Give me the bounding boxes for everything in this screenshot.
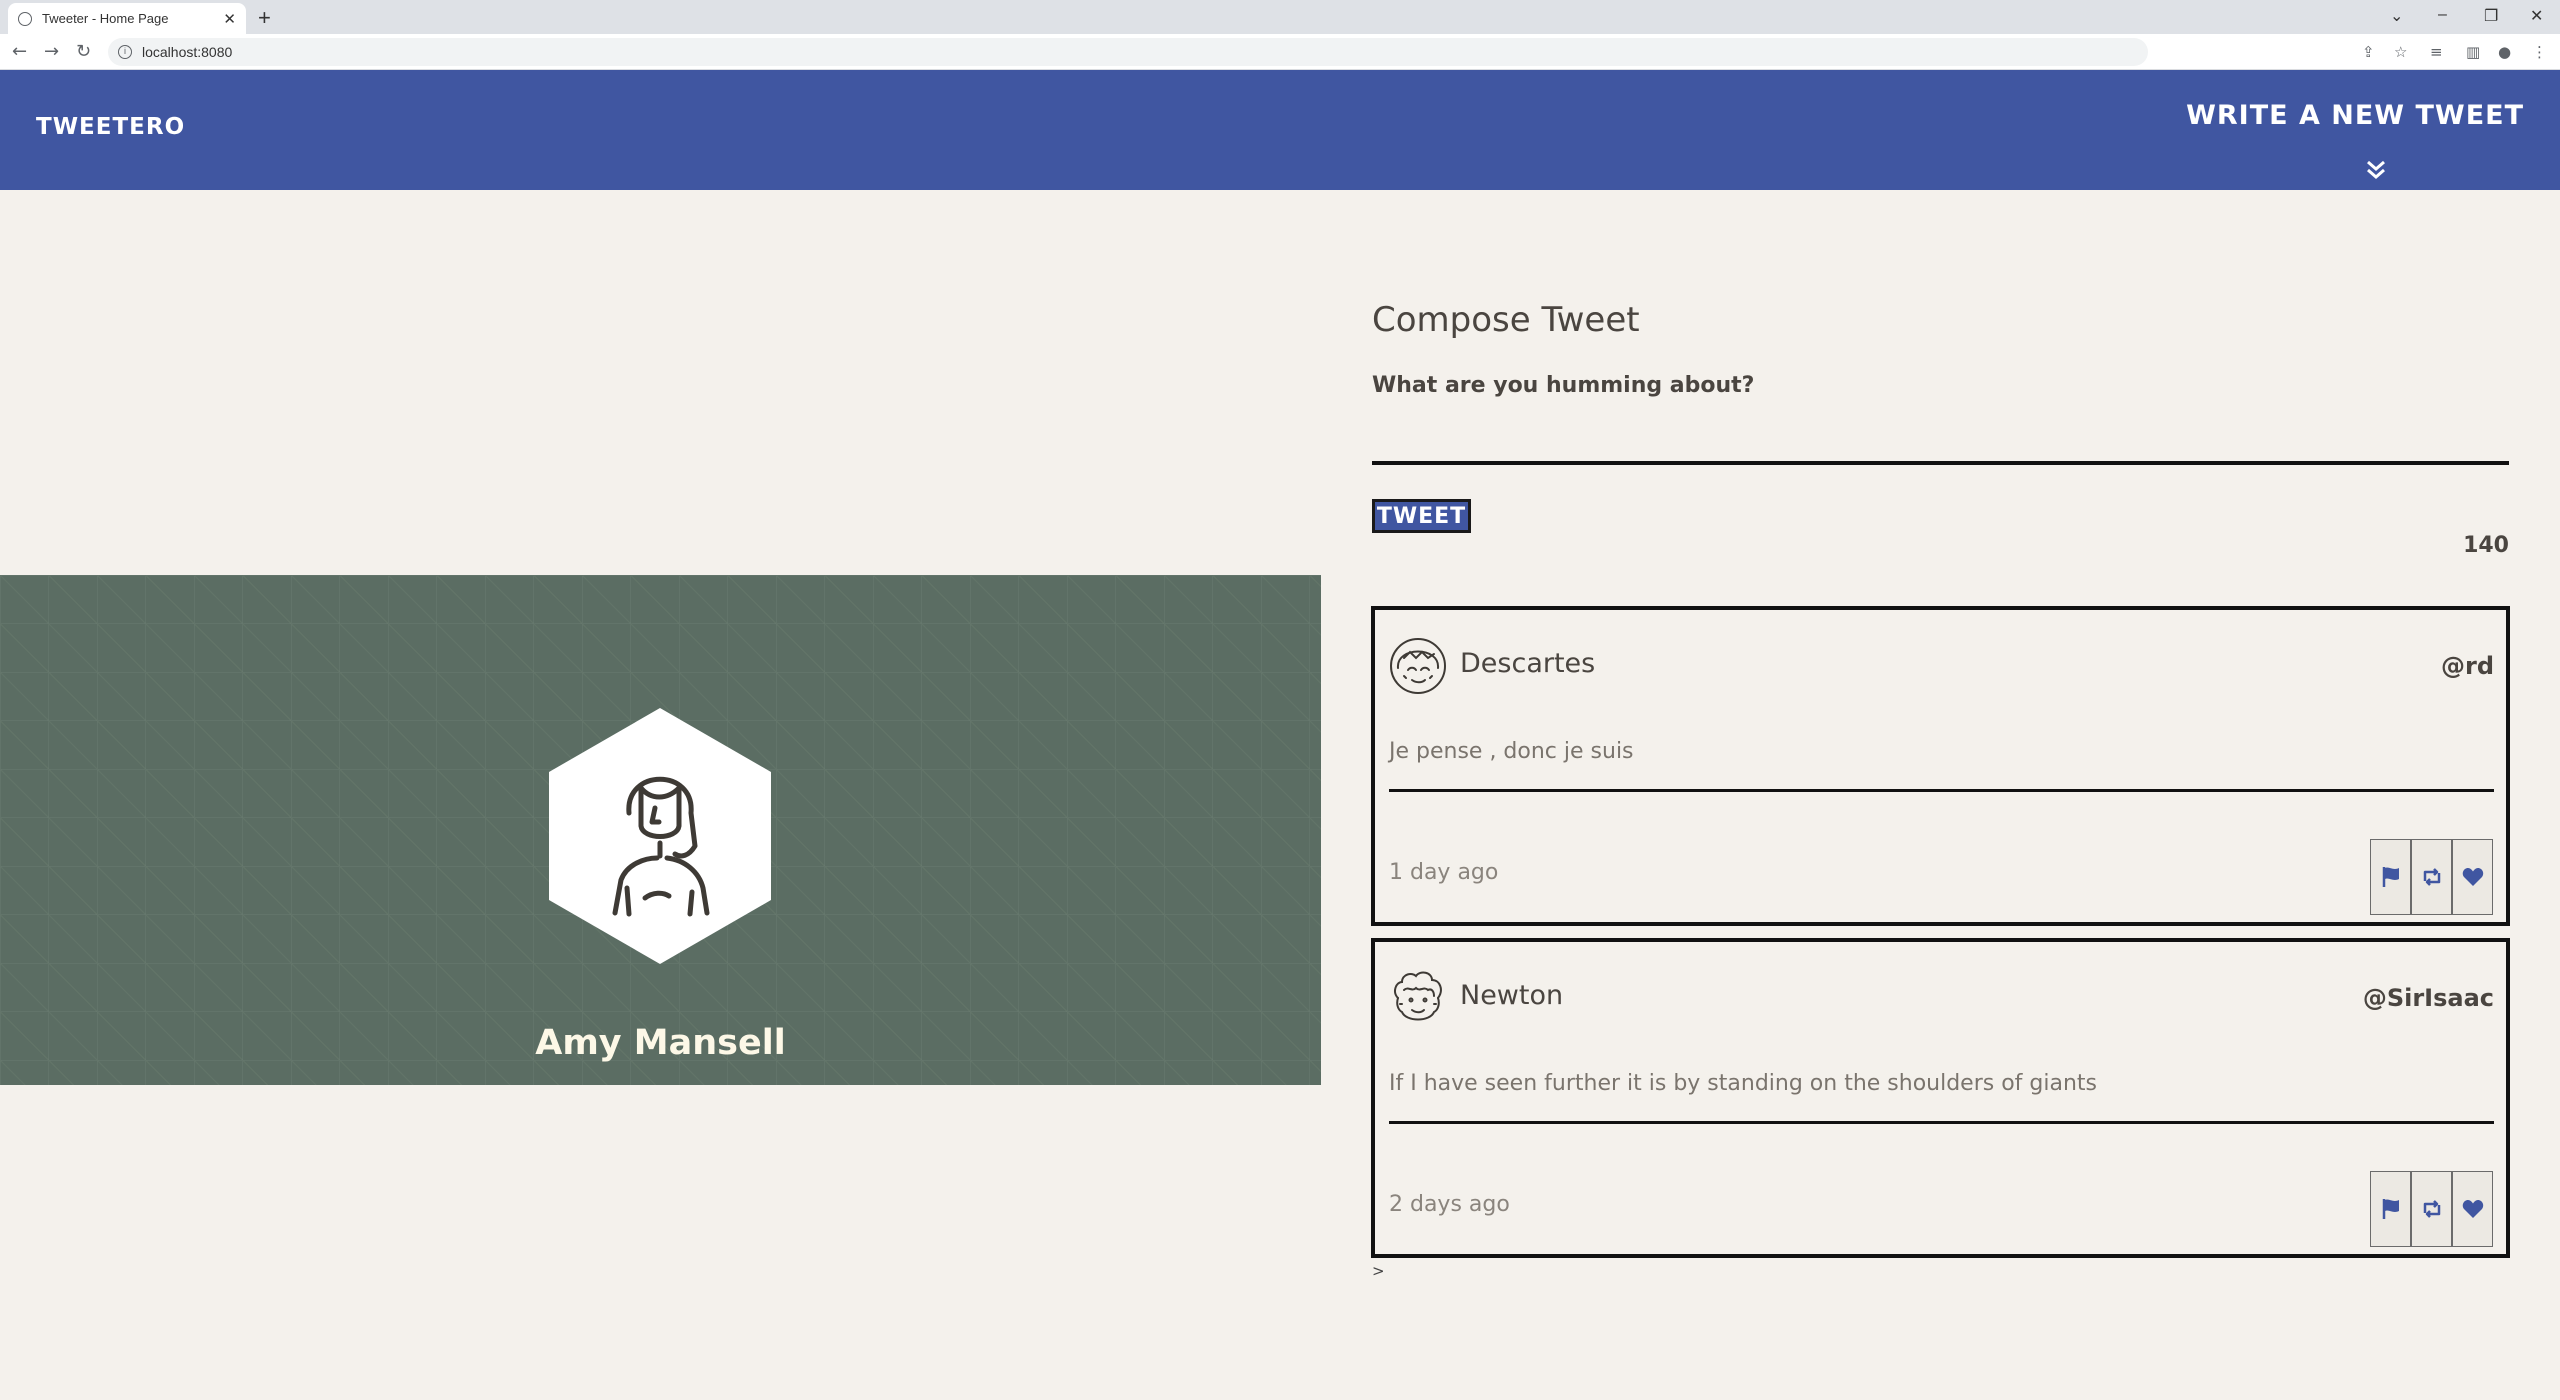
compose-title: Compose Tweet — [1372, 300, 1640, 340]
tab-title: Tweeter - Home Page — [42, 11, 169, 26]
char-counter: 140 — [2463, 533, 2509, 558]
tweet-card: Newton @SirIsaac If I have seen further … — [1371, 938, 2510, 1258]
retweet-icon — [2423, 1200, 2440, 1218]
tweet-author-handle: @SirIsaac — [2362, 984, 2494, 1012]
address-bar[interactable]: i localhost:8080 — [108, 38, 2148, 66]
profile-icon[interactable]: ● — [2498, 43, 2511, 61]
minimize-icon[interactable]: – — [2438, 6, 2447, 24]
tweet-author-name: Newton — [1460, 980, 1564, 1011]
flag-icon — [2382, 1199, 2399, 1219]
forward-icon[interactable]: → — [44, 41, 59, 62]
reading-list-icon[interactable]: ≡ — [2430, 43, 2443, 61]
tweet-actions — [2370, 839, 2493, 915]
bookmark-star-icon[interactable]: ☆ — [2394, 43, 2407, 61]
tab-search-icon[interactable]: ⌄ — [2390, 6, 2403, 26]
tweet-timestamp: 2 days ago — [1389, 1192, 1510, 1217]
globe-icon — [18, 11, 32, 26]
menu-dots-icon[interactable]: ⋮ — [2532, 43, 2547, 61]
write-new-tweet-link[interactable]: WRITE A NEW TWEET — [2186, 100, 2524, 131]
heart-icon — [2462, 1200, 2483, 1218]
flag-button[interactable] — [2370, 1171, 2411, 1247]
girl-face-icon — [1390, 638, 1446, 694]
double-chevron-down-icon[interactable] — [2364, 158, 2388, 182]
retweet-icon — [2423, 868, 2440, 886]
share-icon[interactable]: ⇪ — [2362, 43, 2375, 61]
flag-button[interactable] — [2370, 839, 2411, 915]
browser-tab-bar: Tweeter - Home Page ✕ + ⌄ – ❐ ✕ — [0, 0, 2560, 34]
tweet-author-name: Descartes — [1460, 648, 1596, 679]
tweet-timestamp: 1 day ago — [1389, 860, 1499, 885]
site-info-icon[interactable]: i — [118, 45, 132, 59]
restore-icon[interactable]: ❐ — [2484, 6, 2498, 26]
like-button[interactable] — [2452, 839, 2493, 915]
tweet-divider — [1389, 1121, 2494, 1124]
profile-name: Amy Mansell — [535, 1023, 786, 1063]
avatar — [549, 708, 771, 964]
reload-icon[interactable]: ↻ — [76, 41, 91, 62]
new-tab-button[interactable]: + — [258, 5, 271, 31]
brand-logo[interactable]: TWEETERO — [36, 114, 185, 140]
tweet-divider — [1389, 789, 2494, 792]
browser-tab[interactable]: Tweeter - Home Page ✕ — [8, 3, 246, 34]
tweet-body: Je pense , donc je suis — [1389, 739, 1634, 764]
tweet-submit-button[interactable]: TWEET — [1372, 499, 1471, 533]
heart-icon — [2462, 868, 2483, 886]
side-panel-icon[interactable]: ▥ — [2466, 43, 2480, 61]
compose-prompt: What are you humming about? — [1372, 373, 1755, 398]
tweet-text-input[interactable] — [1372, 410, 2509, 465]
close-window-icon[interactable]: ✕ — [2530, 6, 2543, 26]
like-button[interactable] — [2452, 1171, 2493, 1247]
retweet-button[interactable] — [2411, 839, 2452, 915]
curly-hair-face-icon — [1394, 971, 1442, 1021]
flag-icon — [2382, 867, 2399, 887]
tweet-author-handle: @rd — [2440, 652, 2494, 680]
tweet-actions — [2370, 1171, 2493, 1247]
tab-close-icon[interactable]: ✕ — [223, 10, 236, 28]
tweet-body: If I have seen further it is by standing… — [1389, 1071, 2097, 1096]
app-navbar: TWEETERO WRITE A NEW TWEET — [0, 70, 2560, 190]
tweet-card: Descartes @rd Je pense , donc je suis 1 … — [1371, 606, 2510, 926]
back-icon[interactable]: ← — [12, 41, 27, 62]
stray-text: > — [1372, 1262, 1385, 1280]
url-text: localhost:8080 — [142, 44, 233, 60]
retweet-button[interactable] — [2411, 1171, 2452, 1247]
browser-toolbar: ← → ↻ i localhost:8080 ⇪ ☆ ≡ ▥ ● ⋮ — [0, 34, 2560, 70]
profile-panel: Amy Mansell — [0, 575, 1321, 1085]
